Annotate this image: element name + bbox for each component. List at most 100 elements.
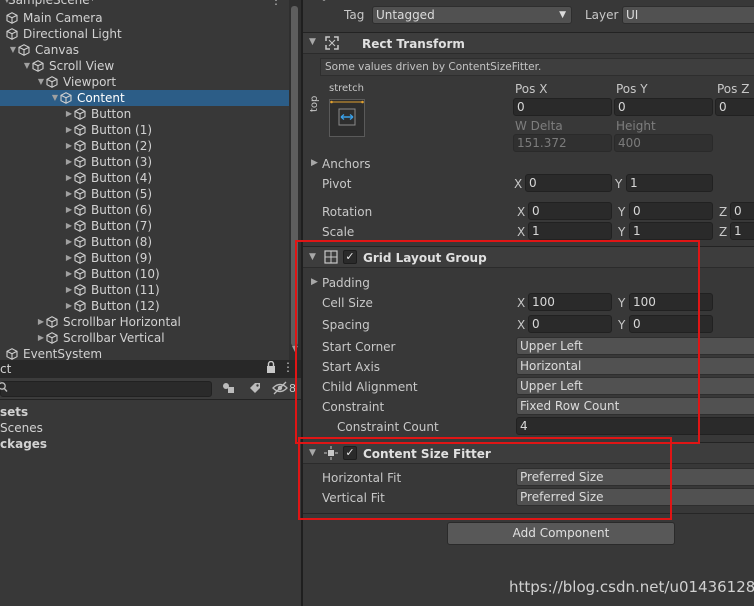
gameobject-cube-icon <box>74 172 86 184</box>
pos-x-field[interactable]: 0 <box>513 98 612 116</box>
chevron-right-icon[interactable]: ▶ <box>64 298 74 314</box>
hidden-packages-icon[interactable] <box>272 381 288 398</box>
chevron-down-icon[interactable]: ▼ <box>50 90 60 106</box>
project-tab[interactable]: ct <box>0 362 11 376</box>
filter-by-type-icon[interactable] <box>222 381 236 398</box>
project-folder-assets[interactable]: sets <box>0 404 28 420</box>
chevron-down-icon[interactable]: ▼ <box>8 42 18 58</box>
chevron-right-icon[interactable]: ▶ <box>311 158 318 168</box>
rotation-y-field[interactable]: 0 <box>629 202 713 220</box>
scale-label: Scale <box>322 225 355 239</box>
chevron-right-icon[interactable]: ▶ <box>64 282 74 298</box>
add-component-button[interactable]: Add Component <box>447 522 675 545</box>
hierarchy-item[interactable]: ▶ Button (10) <box>0 266 289 282</box>
rotation-z-axis[interactable]: Z <box>719 205 727 219</box>
chevron-down-icon[interactable]: ▼ <box>309 37 316 47</box>
hierarchy-item[interactable]: ▶ Button (4) <box>0 170 289 186</box>
chevron-right-icon[interactable]: ▶ <box>64 250 74 266</box>
hierarchy-item[interactable]: ▼ Canvas <box>0 42 289 58</box>
chevron-right-icon[interactable]: ▶ <box>36 330 46 346</box>
chevron-right-icon[interactable]: ▶ <box>36 314 46 330</box>
chevron-right-icon[interactable]: ▶ <box>64 138 74 154</box>
hierarchy-item-label: Button (2) <box>91 139 153 153</box>
rotation-z-field[interactable]: 0 <box>730 202 754 220</box>
chevron-right-icon[interactable]: ▶ <box>64 266 74 282</box>
rect-transform-icon <box>325 36 339 53</box>
rotation-x-axis[interactable]: X <box>517 205 525 219</box>
height-field: 400 <box>614 134 713 152</box>
gameobject-cube-icon <box>6 28 18 40</box>
hierarchy-item[interactable]: EventSystem <box>0 346 289 360</box>
scale-z-axis[interactable]: Z <box>719 225 727 239</box>
hierarchy-item[interactable]: Main Camera <box>0 10 289 26</box>
gameobject-cube-icon <box>46 316 58 328</box>
scene-title: SampleScene* <box>8 0 96 7</box>
hierarchy-item[interactable]: ▶ Button (11) <box>0 282 289 298</box>
scale-x-field[interactable]: 1 <box>528 222 612 240</box>
hierarchy-item[interactable]: ▼ Scroll View <box>0 58 289 74</box>
scale-z-field[interactable]: 1 <box>730 222 754 240</box>
w-delta-field: 151.372 <box>513 134 612 152</box>
pos-y-field[interactable]: 0 <box>614 98 713 116</box>
tag-dropdown[interactable]: Untagged ▼ <box>372 6 572 24</box>
scene-header[interactable]: ▼ SampleScene* ⋮ <box>0 0 289 8</box>
kebab-menu-icon[interactable]: ⋮ <box>282 360 294 374</box>
scale-x-axis[interactable]: X <box>517 225 525 239</box>
pivot-y-axis[interactable]: Y <box>615 177 622 191</box>
filter-by-label-icon[interactable] <box>248 381 262 398</box>
pivot-y-field[interactable]: 1 <box>626 174 713 192</box>
chevron-down-icon: ▼ <box>559 10 566 20</box>
hierarchy-item[interactable]: ▶ Button <box>0 106 289 122</box>
pivot-x-axis[interactable]: X <box>514 177 522 191</box>
chevron-right-icon[interactable]: ▶ <box>64 218 74 234</box>
pos-z-field[interactable]: 0 <box>715 98 754 116</box>
chevron-down-icon[interactable]: ▼ <box>36 74 46 90</box>
scale-y-axis[interactable]: Y <box>618 225 625 239</box>
hierarchy-item[interactable]: ▶ Button (7) <box>0 218 289 234</box>
chevron-right-icon[interactable]: ▶ <box>64 202 74 218</box>
hierarchy-item[interactable]: ▶ Button (3) <box>0 154 289 170</box>
hierarchy-item-label: EventSystem <box>23 347 103 360</box>
anchors-label[interactable]: Anchors <box>322 157 371 171</box>
hierarchy-item[interactable]: ▼ Content <box>0 90 289 106</box>
chevron-right-icon[interactable]: ▶ <box>64 154 74 170</box>
chevron-down-icon[interactable]: ▼ <box>22 58 32 74</box>
hierarchy-item-label: Main Camera <box>23 11 103 25</box>
layer-dropdown[interactable]: UI <box>622 6 754 24</box>
hierarchy-item[interactable]: ▶ Scrollbar Horizontal <box>0 314 289 330</box>
anchor-presets-button[interactable] <box>329 99 365 137</box>
gameobject-cube-icon <box>74 252 86 264</box>
hierarchy-item-label: Button (3) <box>91 155 153 169</box>
project-search-input[interactable] <box>0 381 212 397</box>
gameobject-cube-icon <box>74 124 86 136</box>
hierarchy-item[interactable]: ▶ Button (9) <box>0 250 289 266</box>
kebab-menu-icon[interactable]: ⋮ <box>270 0 282 8</box>
chevron-right-icon[interactable]: ▶ <box>64 122 74 138</box>
gameobject-cube-icon <box>74 236 86 248</box>
scale-y-field[interactable]: 1 <box>629 222 713 240</box>
project-folder-packages[interactable]: ckages <box>0 436 47 452</box>
rotation-x-field[interactable]: 0 <box>528 202 612 220</box>
rotation-y-axis[interactable]: Y <box>618 205 625 219</box>
hierarchy-item-label: Canvas <box>35 43 80 57</box>
hierarchy-item[interactable]: Directional Light <box>0 26 289 42</box>
hierarchy-item[interactable]: ▶ Button (6) <box>0 202 289 218</box>
hierarchy-item[interactable]: ▶ Button (12) <box>0 298 289 314</box>
anchor-preset-v-label: top <box>309 95 320 112</box>
hierarchy-item[interactable]: ▶ Scrollbar Vertical <box>0 330 289 346</box>
chevron-right-icon[interactable]: ▶ <box>64 106 74 122</box>
chevron-right-icon[interactable]: ▶ <box>64 170 74 186</box>
hierarchy-item[interactable]: ▶ Button (1) <box>0 122 289 138</box>
chevron-right-icon[interactable]: ▶ <box>64 234 74 250</box>
hierarchy-item[interactable]: ▶ Button (2) <box>0 138 289 154</box>
gameobject-cube-icon <box>74 284 86 296</box>
hierarchy-item-label: Button <box>91 107 132 121</box>
project-folder-scenes[interactable]: Scenes <box>0 420 43 436</box>
lock-icon[interactable] <box>266 360 276 376</box>
pivot-x-field[interactable]: 0 <box>525 174 612 192</box>
rect-transform-header[interactable]: ▼ Rect Transform <box>303 32 754 54</box>
chevron-right-icon[interactable]: ▶ <box>64 186 74 202</box>
hierarchy-item[interactable]: ▼ Viewport <box>0 74 289 90</box>
hierarchy-item[interactable]: ▶ Button (5) <box>0 186 289 202</box>
hierarchy-item[interactable]: ▶ Button (8) <box>0 234 289 250</box>
